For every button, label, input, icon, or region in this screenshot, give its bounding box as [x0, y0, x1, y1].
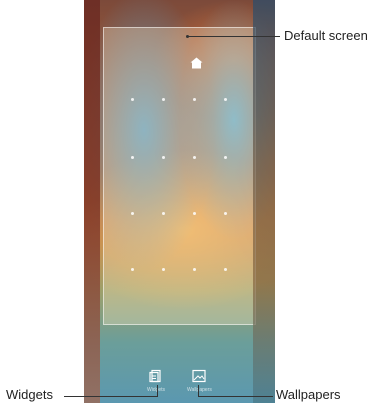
grid-dot	[193, 98, 196, 101]
grid-dot	[193, 156, 196, 159]
grid-dot	[162, 98, 165, 101]
grid-dot	[131, 212, 134, 215]
grid-dot	[131, 268, 134, 271]
wallpapers-label: Wallpapers	[187, 387, 212, 393]
home-icon[interactable]	[190, 57, 203, 69]
grid-dot	[131, 156, 134, 159]
wallpapers-icon	[192, 369, 206, 383]
grid-dot	[224, 268, 227, 271]
grid-dot	[162, 156, 165, 159]
grid-dot	[193, 212, 196, 215]
grid-dot	[162, 268, 165, 271]
widgets-icon	[149, 369, 161, 383]
grid-dot	[224, 212, 227, 215]
callout-line	[187, 36, 280, 37]
callout-line	[64, 396, 158, 397]
grid-dot	[131, 98, 134, 101]
grid-dot	[193, 268, 196, 271]
home-screen-edit-mode: Widgets Wallpapers	[84, 0, 275, 403]
grid-dot	[162, 212, 165, 215]
callout-label-widgets: Widgets	[6, 387, 53, 402]
home-screen-preview-panel[interactable]	[103, 27, 256, 325]
callout-line	[157, 385, 158, 397]
grid-dot	[224, 156, 227, 159]
callout-label-wallpapers: Wallpapers	[276, 387, 341, 402]
grid-dot	[224, 98, 227, 101]
callout-label-default-screen: Default screen	[284, 28, 368, 43]
callout-line	[198, 396, 273, 397]
